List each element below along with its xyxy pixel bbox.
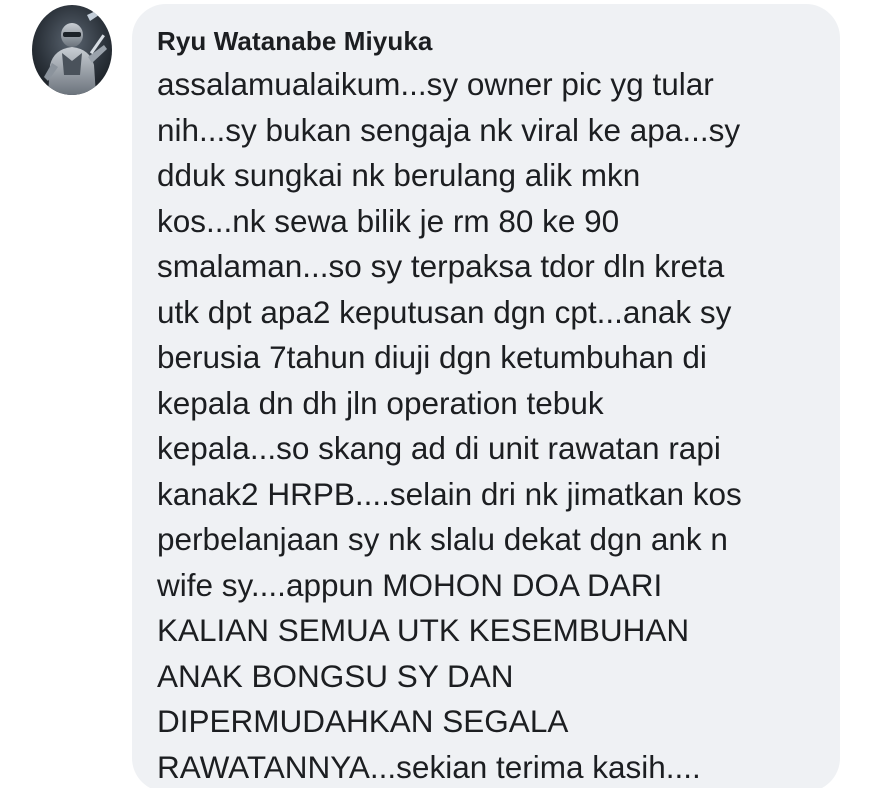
- comment-text-line: berusia 7tahun diuji dgn ketumbuhan di: [157, 339, 707, 375]
- avatar[interactable]: [32, 5, 112, 95]
- comment-text-line: DIPERMUDAHKAN SEGALA: [157, 703, 569, 739]
- comment-text-line: utk dpt apa2 keputusan dgn cpt...anak sy: [157, 293, 732, 330]
- comment-text-line: kepala dn dh jln operation tebuk: [157, 384, 604, 421]
- comment-thread: Ryu Watanabe Miyuka assalamualaikum...sy…: [0, 0, 870, 788]
- comment-body: assalamualaikum...sy owner pic yg tular …: [157, 62, 840, 788]
- comment-text-line: dduk sungkai nk berulang alik mkn: [157, 157, 641, 193]
- comment-bubble: Ryu Watanabe Miyuka assalamualaikum...sy…: [132, 4, 840, 788]
- comment-text-line: KALIAN SEMUA UTK KESEMBUHAN: [157, 612, 690, 648]
- comment-author[interactable]: Ryu Watanabe Miyuka: [157, 26, 840, 56]
- comment-text-line: nih...sy bukan sengaja nk viral ke apa..…: [157, 111, 741, 148]
- comment-text-line: perbelanjaan sy nk slalu dekat dgn ank n: [157, 521, 728, 557]
- comment-text-line: kanak2 HRPB....selain dri nk jimatkan ko…: [157, 475, 742, 512]
- comment-text-line: assalamualaikum...sy owner pic yg tular: [157, 66, 714, 102]
- comment-text-line: wife sy....appun MOHON DOA DARI: [157, 566, 663, 603]
- comment-text-line: kepala...so skang ad di unit rawatan rap…: [157, 430, 721, 466]
- comment-text-line: RAWATANNYA...sekian terima kasih....: [157, 748, 701, 785]
- comment-text-line: ANAK BONGSU SY DAN: [157, 657, 514, 694]
- comment-text-line: smalaman...so sy terpaksa tdor dln kreta: [157, 248, 725, 284]
- comment-text-line: kos...nk sewa bilik je rm 80 ke 90: [157, 202, 620, 239]
- armored-figure-avatar-icon: [32, 5, 112, 95]
